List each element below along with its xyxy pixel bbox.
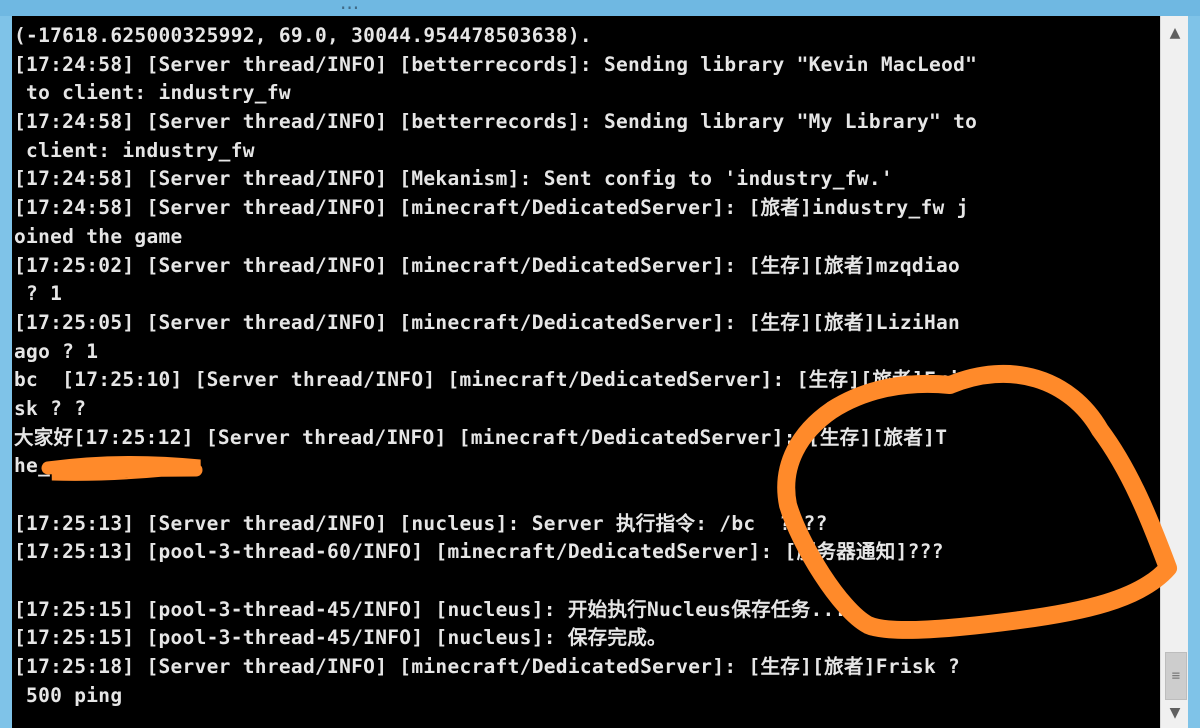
- console-line: [17:25:15] [pool-3-thread-45/INFO] [nucl…: [14, 626, 667, 650]
- window-border: [1188, 16, 1200, 728]
- console-line: [17:25:13] [pool-3-thread-60/INFO] [mine…: [14, 540, 944, 564]
- console-log: (-17618.625000325992, 69.0, 30044.954478…: [14, 22, 1160, 711]
- console-line: (-17618.625000325992, 69.0, 30044.954478…: [14, 24, 592, 47]
- grip-icon: ≡: [1171, 668, 1181, 684]
- console-line: 500 ping: [14, 683, 123, 707]
- console-line: [17:24:58] [Server thread/INFO] [minecra…: [14, 196, 969, 220]
- console-line: [17:25:05] [Server thread/INFO] [minecra…: [14, 310, 961, 334]
- window-title: ...: [340, 0, 360, 14]
- console-line: [17:24:58] [Server thread/INFO] [betterr…: [14, 110, 978, 134]
- console-line: he_ ? 111: [14, 454, 171, 478]
- console-line: bc [17:25:10] [Server thread/INFO] [mine…: [14, 368, 961, 392]
- console-line: [17:24:58] [Server thread/INFO] [betterr…: [14, 52, 978, 76]
- console-line: ago ? 1: [14, 339, 99, 363]
- scroll-thumb[interactable]: ≡: [1165, 652, 1187, 700]
- console-line: [17:25:13] [Server thread/INFO] [nucleus…: [14, 511, 828, 535]
- console-output[interactable]: (-17618.625000325992, 69.0, 30044.954478…: [12, 16, 1160, 728]
- vertical-scrollbar[interactable]: ▲ ≡ ▼: [1160, 16, 1189, 728]
- console-line: [17:25:15] [pool-3-thread-45/INFO] [nucl…: [14, 597, 847, 621]
- console-line: oined the game: [14, 224, 183, 248]
- console-line: 大家好[17:25:12] [Server thread/INFO] [mine…: [14, 425, 948, 449]
- console-line: [17:25:18] [Server thread/INFO] [minecra…: [14, 655, 961, 679]
- console-line: to client: industry_fw: [14, 81, 291, 105]
- console-line: [17:24:58] [Server thread/INFO] [Mekanis…: [14, 167, 893, 191]
- scroll-down-icon[interactable]: ▼: [1163, 702, 1187, 724]
- console-line: [17:25:02] [Server thread/INFO] [minecra…: [14, 253, 961, 277]
- console-line: client: industry_fw: [14, 138, 255, 162]
- window-title-bar: ...: [0, 0, 1200, 16]
- console-line: sk ? ?: [14, 396, 87, 420]
- console-line: ? 1: [14, 282, 63, 306]
- scroll-up-icon[interactable]: ▲: [1163, 22, 1187, 44]
